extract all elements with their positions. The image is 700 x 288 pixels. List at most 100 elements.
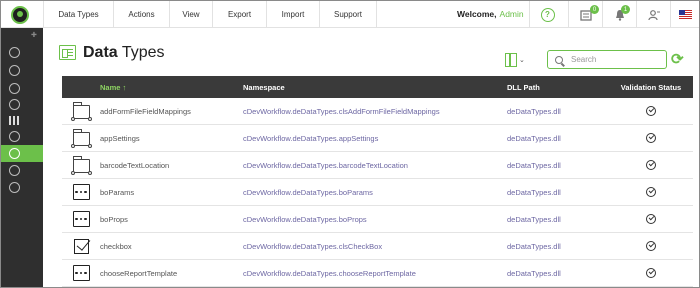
row-name[interactable]: addFormFileFieldMappings [100, 107, 243, 116]
row-namespace: cDevWorkflow.deDataTypes.boParams [243, 187, 373, 197]
menu-item-import[interactable]: Import [266, 1, 319, 28]
table-row[interactable]: boParams cDevWorkflow.deDataTypes.boParam… [62, 179, 693, 206]
sidebar-item-link[interactable] [1, 128, 43, 145]
sidebar-item-search-doc[interactable] [1, 162, 43, 179]
sidebar-item-gear-network[interactable] [1, 44, 43, 61]
row-validation-status [609, 214, 693, 224]
notifications-button[interactable]: 1 [602, 1, 636, 28]
table-row[interactable]: boProps cDevWorkflow.deDataTypes.boProps d… [62, 206, 693, 233]
sidebar-item-cloud[interactable] [1, 62, 43, 79]
app-window: Data Types Actions View Export Import Support… [0, 0, 700, 288]
user-menu-button[interactable] [636, 1, 670, 28]
sidebar-item-add[interactable] [1, 80, 43, 97]
page-title-bold: Data [83, 44, 118, 61]
row-namespace: cDevWorkflow.deDataTypes.appSettings [243, 133, 379, 143]
row-dll-path: deDataTypes.dll [507, 133, 561, 143]
valid-check-icon [646, 106, 656, 116]
user-name-link[interactable]: Admin [500, 9, 524, 19]
settings-icon [9, 148, 20, 159]
row-validation-status [609, 160, 693, 170]
pin-icon[interactable]: ✚ [31, 31, 37, 39]
chart-icon [9, 116, 20, 125]
table-row[interactable]: appSettings cDevWorkflow.deDataTypes.appS… [62, 125, 693, 152]
search-icon [555, 55, 563, 64]
valid-check-icon [646, 187, 656, 197]
gear-network-icon [9, 47, 20, 58]
search-box [547, 50, 667, 69]
row-dll-path: deDataTypes.dll [507, 106, 561, 116]
menu-item-view[interactable]: View [169, 1, 212, 28]
row-name[interactable]: checkbox [100, 242, 243, 251]
search-input[interactable] [571, 55, 661, 64]
refresh-icon[interactable]: ⟳ [671, 52, 686, 67]
valid-check-icon [646, 241, 656, 251]
valid-check-icon [646, 268, 656, 278]
menu-item-actions[interactable]: Actions [113, 1, 169, 28]
column-namespace-header[interactable]: Namespace [243, 83, 507, 92]
book-icon [505, 53, 517, 67]
row-namespace: cDevWorkflow.deDataTypes.chooseReportTem… [243, 268, 416, 278]
main-content: Data Types ⌄ ⟳ Name ↑ Namespace DLL Path… [43, 28, 699, 287]
row-validation-status [609, 133, 693, 143]
row-name[interactable]: barcodeTextLocation [100, 161, 243, 170]
column-validation-header[interactable]: Validation Status [609, 83, 693, 92]
notifications-badge: 1 [621, 5, 630, 14]
row-type-icon-cell [62, 102, 100, 121]
sidebar-item-chart[interactable] [1, 112, 43, 129]
column-name-header[interactable]: Name ↑ [100, 83, 243, 92]
tasks-button[interactable]: 0 [568, 1, 602, 28]
tasks-badge: 0 [590, 5, 599, 14]
folder-tree-icon [70, 129, 92, 148]
link-icon [9, 131, 20, 142]
row-type-icon-cell [62, 265, 100, 281]
data-types-icon [59, 45, 76, 60]
menu-item-export[interactable]: Export [212, 1, 266, 28]
library-dropdown-button[interactable]: ⌄ [505, 52, 529, 68]
table-row[interactable]: checkbox cDevWorkflow.deDataTypes.clsChec… [62, 233, 693, 260]
table-row[interactable]: addFormFileFieldMappings cDevWorkflow.deD… [62, 98, 693, 125]
menu-item-data-types[interactable]: Data Types [43, 1, 113, 28]
sidebar: ✚ [1, 28, 43, 287]
row-validation-status [609, 106, 693, 116]
folder-tree-icon [70, 156, 92, 175]
row-validation-status [609, 187, 693, 197]
page-title-rest: Types [117, 44, 165, 61]
app-logo[interactable] [1, 1, 39, 28]
table-row[interactable]: barcodeTextLocation cDevWorkflow.deDataTy… [62, 152, 693, 179]
row-name[interactable]: appSettings [100, 134, 243, 143]
valid-check-icon [646, 160, 656, 170]
menu-item-support[interactable]: Support [319, 1, 377, 28]
page-title: Data Types [83, 44, 165, 62]
language-button[interactable] [670, 1, 699, 28]
row-name[interactable]: chooseReportTemplate [100, 269, 243, 278]
row-type-icon-cell [62, 238, 100, 254]
row-name[interactable]: boParams [100, 188, 243, 197]
row-type-icon-cell [62, 184, 100, 200]
table-row[interactable]: chooseReportTemplate cDevWorkflow.deDataT… [62, 260, 693, 287]
row-name[interactable]: boProps [100, 215, 243, 224]
ellipsis-box-icon [72, 184, 90, 200]
help-button[interactable]: ? [529, 1, 565, 28]
row-dll-path: deDataTypes.dll [507, 214, 561, 224]
checkbox-icon [73, 238, 89, 254]
row-namespace: cDevWorkflow.deDataTypes.clsCheckBox [243, 241, 383, 251]
row-type-icon-cell [62, 156, 100, 175]
table-body: addFormFileFieldMappings cDevWorkflow.deD… [62, 98, 693, 287]
sidebar-item-help[interactable] [1, 179, 43, 196]
row-type-icon-cell [62, 129, 100, 148]
row-type-icon-cell [62, 211, 100, 227]
data-types-table: Name ↑ Namespace DLL Path Validation Sta… [62, 76, 693, 287]
help-icon: ? [540, 7, 555, 22]
folder-tree-icon [70, 102, 92, 121]
valid-check-icon [646, 214, 656, 224]
main-menu: Data Types Actions View Export Import Support [43, 1, 377, 28]
row-validation-status [609, 241, 693, 251]
user-icon [647, 9, 660, 20]
row-dll-path: deDataTypes.dll [507, 187, 561, 197]
sidebar-item-play[interactable] [1, 96, 43, 113]
welcome-label: Welcome, [457, 9, 497, 19]
sidebar-item-settings[interactable] [1, 145, 43, 162]
row-namespace: cDevWorkflow.deDataTypes.barcodeTextLoca… [243, 160, 408, 170]
welcome-text: Welcome, Admin [457, 1, 524, 28]
column-dll-path-header[interactable]: DLL Path [507, 83, 609, 92]
